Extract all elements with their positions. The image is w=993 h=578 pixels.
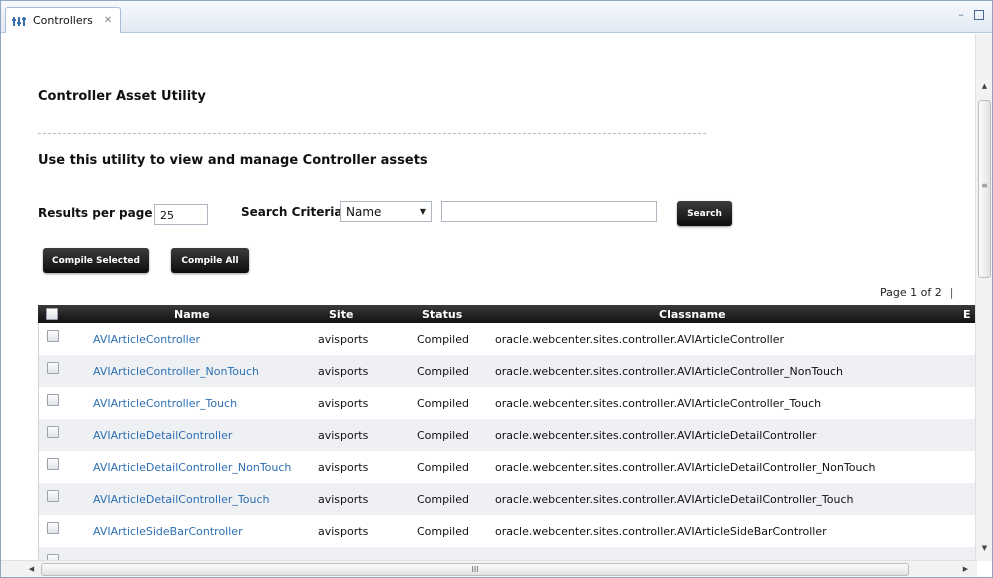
- controller-name-link[interactable]: AVIArticleController_Touch: [93, 397, 237, 410]
- controller-name-link[interactable]: AVIArticleDetailController_NonTouch: [93, 461, 291, 474]
- row-checkbox[interactable]: [47, 426, 59, 438]
- row-checkbox[interactable]: [47, 458, 59, 470]
- scroll-up-arrow-icon[interactable]: ▲: [978, 82, 991, 90]
- table-row: AVIArticleController_Touch avisports Com…: [38, 387, 975, 419]
- minimize-icon[interactable]: –: [956, 9, 966, 20]
- column-header-status[interactable]: Status: [422, 308, 462, 321]
- classname-cell: oracle.webcenter.sites.controller.AVIArt…: [495, 365, 844, 378]
- controllers-icon: [12, 16, 26, 26]
- site-cell: avisports: [318, 365, 369, 378]
- classname-cell: oracle.webcenter.sites.controller.AVIArt…: [495, 429, 817, 442]
- scroll-down-arrow-icon[interactable]: ▼: [978, 544, 991, 552]
- search-criteria-value: Name: [346, 204, 382, 219]
- status-cell: Compiled: [417, 461, 469, 474]
- table-row: AVIArticleController_NonTouch avisports …: [38, 355, 975, 387]
- compile-selected-button[interactable]: Compile Selected: [43, 248, 149, 273]
- controllers-view: Controllers ✕ – Controller Asset Utility…: [0, 0, 993, 578]
- vertical-scrollbar[interactable]: ▲ ≡ ▼: [975, 34, 992, 561]
- classname-cell: oracle.webcenter.sites.controller.AVIArt…: [495, 461, 876, 474]
- classname-cell: oracle.webcenter.sites.controller.AVIArt…: [495, 493, 854, 506]
- status-cell: Compiled: [417, 429, 469, 442]
- classname-cell: oracle.webcenter.sites.controller.AVIArt…: [495, 333, 785, 346]
- compile-all-button[interactable]: Compile All: [171, 248, 249, 273]
- page-subtitle: Use this utility to view and manage Cont…: [38, 153, 428, 168]
- scroll-right-arrow-icon[interactable]: ▶: [959, 565, 972, 573]
- row-checkbox[interactable]: [47, 330, 59, 342]
- controller-name-link[interactable]: AVIArticleSideBarController: [93, 525, 243, 538]
- site-cell: avisports: [318, 525, 369, 538]
- tab-label: Controllers: [33, 14, 93, 27]
- status-cell: Compiled: [417, 493, 469, 506]
- search-criteria-select[interactable]: Name ▼: [340, 201, 432, 222]
- table-row: AVIArticleSideBarController avisports Co…: [38, 515, 975, 547]
- tab-controllers[interactable]: Controllers ✕: [5, 7, 122, 33]
- pager-separator: |: [949, 286, 954, 299]
- main-content: Controller Asset Utility Use this utilit…: [1, 34, 975, 561]
- column-header-site[interactable]: Site: [329, 308, 353, 321]
- pager: Page 1 of 2 |: [880, 286, 953, 299]
- controller-name-link[interactable]: AVIArticleDetailController: [93, 429, 232, 442]
- search-input[interactable]: [441, 201, 657, 222]
- row-checkbox[interactable]: [47, 394, 59, 406]
- status-cell: Compiled: [417, 397, 469, 410]
- table-row: AVIArticleDetailController_NonTouch avis…: [38, 451, 975, 483]
- horizontal-scrollbar[interactable]: ◀ III ▶: [1, 560, 977, 577]
- table-row: AVIArticleDetailController_Touch avispor…: [38, 483, 975, 515]
- page-indicator: Page 1 of 2: [880, 286, 942, 299]
- status-cell: Compiled: [417, 365, 469, 378]
- search-button[interactable]: Search: [677, 201, 732, 226]
- page-title: Controller Asset Utility: [38, 89, 206, 104]
- table-header: Name Site Status Classname E: [38, 305, 975, 323]
- site-cell: avisports: [318, 461, 369, 474]
- row-checkbox[interactable]: [47, 490, 59, 502]
- controller-name-link[interactable]: AVIArticleDetailController_Touch: [93, 493, 269, 506]
- vertical-grip-icon: ≡: [981, 181, 988, 190]
- site-cell: avisports: [318, 333, 369, 346]
- horizontal-scroll-thumb[interactable]: III: [41, 563, 909, 576]
- site-cell: avisports: [318, 493, 369, 506]
- site-cell: avisports: [318, 397, 369, 410]
- window-controls: –: [956, 9, 984, 20]
- classname-cell: oracle.webcenter.sites.controller.AVIArt…: [495, 397, 822, 410]
- vertical-scroll-thumb[interactable]: ≡: [978, 100, 991, 278]
- results-per-page-label: Results per page: [38, 206, 153, 220]
- controller-name-link[interactable]: AVIArticleController: [93, 333, 200, 346]
- row-checkbox[interactable]: [47, 362, 59, 374]
- view-tab-bar: Controllers ✕ –: [1, 1, 992, 33]
- results-per-page-input[interactable]: 25: [154, 204, 208, 225]
- search-criteria-label: Search Criteria: [241, 205, 343, 219]
- status-cell: Compiled: [417, 333, 469, 346]
- controllers-table: Name Site Status Classname E AVIArticleC…: [38, 305, 975, 561]
- close-tab-icon[interactable]: ✕: [104, 15, 112, 26]
- table-row-partial: [38, 547, 975, 561]
- controller-name-link[interactable]: AVIArticleController_NonTouch: [93, 365, 259, 378]
- table-row: AVIArticleDetailController avisports Com…: [38, 419, 975, 451]
- select-all-checkbox[interactable]: [46, 308, 58, 320]
- column-header-extra: E: [963, 308, 971, 321]
- classname-cell: oracle.webcenter.sites.controller.AVIArt…: [495, 525, 827, 538]
- scroll-left-arrow-icon[interactable]: ◀: [25, 565, 38, 573]
- table-row: AVIArticleController avisports Compiled …: [38, 323, 975, 355]
- status-cell: Compiled: [417, 525, 469, 538]
- row-checkbox[interactable]: [47, 522, 59, 534]
- column-header-classname[interactable]: Classname: [659, 308, 726, 321]
- site-cell: avisports: [318, 429, 369, 442]
- maximize-icon[interactable]: [974, 10, 984, 20]
- dropdown-arrow-icon: ▼: [419, 207, 426, 216]
- dashed-divider: [38, 133, 706, 134]
- column-header-name[interactable]: Name: [174, 308, 210, 321]
